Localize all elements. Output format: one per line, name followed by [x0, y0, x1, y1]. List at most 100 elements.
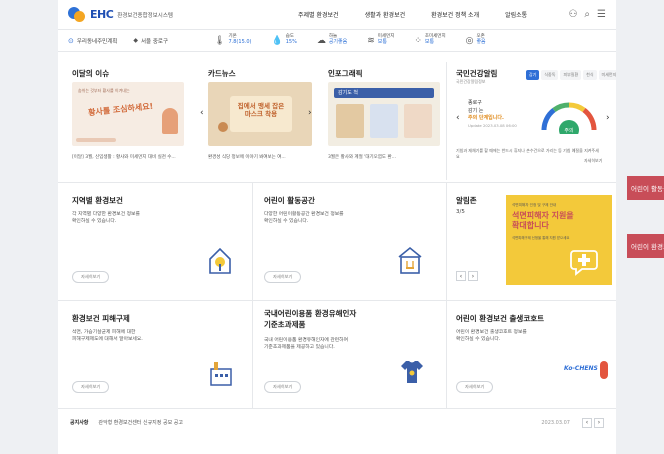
main-page: EHC 환경보건종합정보시스템 주제별 환경보건 생활과 환경보건 환경보건 정… — [58, 0, 620, 454]
product-hazard-desc-line1: 국내 어린이용품 환경유해인자에 관련하여 — [264, 338, 349, 343]
notification-banner[interactable]: 석면피해자 인정 및 구제 안내 석면피해자 지원을 확대합니다 석면피해구제 … — [506, 195, 612, 285]
cloud-icon: ☁ — [316, 35, 326, 46]
dust-value: 보통 — [377, 39, 387, 46]
product-hazard-card[interactable]: 국내어린이용품 환경유해인자 기준초과제품 국내 어린이용품 환경유해인자에 관… — [264, 301, 434, 408]
local-env-more-button[interactable]: 자세히보기 — [72, 271, 110, 283]
banner-main-line1: 석면피해자 지원을 — [512, 211, 574, 220]
damage-relief-card[interactable]: 환경보건 피해구제 석면, 가습기살균제 피해에 대한 피해구제제도에 대해서 … — [72, 301, 242, 408]
child-figure-icon — [600, 361, 608, 379]
menu-icon[interactable]: ☰ — [597, 9, 606, 20]
site-header: EHC 환경보건종합정보시스템 주제별 환경보건 생활과 환경보건 환경보건 정… — [58, 0, 616, 30]
weather-sky: ☁ 하늘 공기좋음 — [316, 34, 348, 46]
health-more-link[interactable]: 자세히보기 — [584, 158, 602, 164]
issue-title: 이달의 이슈 — [72, 69, 110, 78]
logo-mark-icon — [68, 6, 86, 23]
product-hazard-desc: 국내 어린이용품 환경유해인자에 관련하여 기준초과제품을 제공하고 있습니다. — [264, 337, 348, 351]
notice-bar: 공지사항 관악형 환경보건센터 신규지정 공모 공고 2023.03.07 ‹ … — [58, 408, 616, 436]
humidity-value: 15% — [285, 39, 297, 46]
tab-foodpoison[interactable]: 식중독 — [541, 70, 559, 80]
notice-text[interactable]: 관악형 환경보건센터 신규지정 공모 공고 — [98, 419, 183, 426]
product-hazard-title-line2: 기준초과제품 — [264, 319, 306, 329]
notification-zone-title: 알림존 — [456, 196, 477, 205]
kids-space-card[interactable]: 어린이 활동공간 다양한 어린이활동공간 환경보건 정보를 확인하실 수 있습니… — [264, 183, 434, 300]
kids-space-desc-line1: 다양한 어린이활동공간 환경보건 정보를 — [264, 212, 344, 217]
gauge-center-label: 주의 — [564, 127, 573, 134]
banner-small-text: 석면피해구제 신청을 통해 지원 받으세요 — [512, 236, 570, 240]
notice-date: 2023.03.07 — [541, 419, 570, 426]
tab-cold[interactable]: 감기 — [526, 70, 540, 80]
divider — [252, 301, 253, 408]
issue-card[interactable]: 이달의 이슈 숨쉬는 것부터 황사를 이겨내는 황사를 조심하세요! [이달] … — [72, 62, 184, 180]
notice-label: 공지사항 — [70, 420, 89, 426]
nav-item-life[interactable]: 생활과 환경보건 — [365, 10, 406, 19]
nav-item-notice[interactable]: 알림소통 — [505, 10, 527, 19]
health-next-arrow-icon[interactable]: › — [606, 114, 610, 123]
product-hazard-desc-line2: 기준초과제품을 제공하고 있습니다. — [264, 345, 335, 351]
health-prev-arrow-icon[interactable]: ‹ — [456, 114, 460, 123]
kids-space-more-button[interactable]: 자세히보기 — [264, 271, 302, 283]
damage-relief-more-button[interactable]: 자세히보기 — [72, 381, 110, 393]
birth-cohort-more-button[interactable]: 자세히보기 — [456, 381, 494, 393]
finedust-value: 보통 — [424, 39, 435, 46]
nav-item-topic[interactable]: 주제별 환경보건 — [298, 10, 339, 19]
product-hazard-more-button[interactable]: 자세히보기 — [264, 381, 302, 393]
health-tip: 기침과 재채기를 할 때에는 반드시 휴지나 손수건으로 가리는 등 기침 예절… — [456, 148, 599, 159]
birth-cohort-card[interactable]: 어린이 환경보건 출생코호트 어린이 환경보건 출생코호트 정보를 확인하실 수… — [456, 301, 612, 408]
product-hazard-title-line1: 국내어린이용품 환경유해인자 — [264, 309, 357, 318]
cardnews-next-arrow-icon[interactable]: › — [308, 109, 312, 118]
infographic-image-text: 감기도 척 — [338, 90, 358, 96]
local-env-card[interactable]: 지역별 환경보건 각 지역별 다양한 환경보건 정보를 확인하실 수 있습니다.… — [72, 183, 242, 300]
popup-button-kids-space[interactable]: 어린이 활동공간 — [627, 176, 664, 200]
kids-space-title: 어린이 활동공간 — [264, 196, 315, 205]
user-icon[interactable]: ⚇ — [568, 9, 577, 20]
popup-button-kids-env[interactable]: 어린이 환경보건 — [627, 234, 664, 258]
birth-cohort-title: 어린이 환경보건 출생코호트 — [456, 314, 545, 323]
region-selector[interactable]: ◆ 서울 중로구 — [133, 37, 168, 45]
infographic-title: 인포그래픽 — [328, 69, 363, 78]
weather-humidity: 💧 습도 15% — [271, 34, 297, 46]
infographic-card[interactable]: 인포그래픽 감기도 척 3월은 황사와 계절 '대기오염도 환... — [328, 62, 440, 180]
kochens-logo: Ko-CHENS — [564, 365, 598, 372]
tab-skin[interactable]: 피부질환 — [560, 70, 582, 80]
humidity-icon: 💧 — [271, 35, 283, 46]
damage-relief-title: 환경보건 피해구제 — [72, 314, 130, 323]
sky-value: 공기좋음 — [328, 39, 348, 46]
content-row-1: 이달의 이슈 숨쉬는 것부터 황사를 이겨내는 황사를 조심하세요! [이달] … — [58, 62, 620, 180]
search-icon[interactable]: ⌕ — [584, 9, 590, 20]
region-label: 서울 중로구 — [140, 38, 169, 45]
infographic-caption: 3월은 황사와 계절 '대기오염도 환... — [328, 155, 396, 160]
pager-prev-icon[interactable]: ‹ — [456, 271, 466, 281]
notice-pager: ‹ › — [582, 417, 604, 428]
birth-cohort-desc: 어린이 환경보건 출생코호트 정보를 확인하실 수 있습니다. — [456, 329, 527, 343]
cardnews-prev-arrow-icon[interactable]: ‹ — [200, 109, 204, 118]
banner-main-text: 석면피해자 지원을 확대합니다 — [512, 211, 574, 231]
site-logo[interactable]: EHC 환경보건종합정보시스템 — [68, 6, 268, 23]
pager-next-icon[interactable]: › — [468, 271, 478, 281]
birth-cohort-desc-line1: 어린이 환경보건 출생코호트 정보를 — [456, 330, 527, 335]
health-region: 종로구 — [468, 100, 482, 106]
utility-menu: ⚇ ⌕ ☰ — [568, 9, 606, 20]
ozone-icon: ◎ — [465, 35, 474, 46]
cardnews-title: 카드뉴스 — [208, 69, 236, 78]
notice-next-icon[interactable]: › — [594, 417, 604, 428]
notification-pager: ‹ › — [456, 271, 478, 281]
weather-temp: 🌡 기온 7.8(15.0) — [214, 34, 251, 45]
notice-prev-icon[interactable]: ‹ — [582, 417, 592, 428]
right-gutter — [616, 0, 664, 454]
divider — [446, 301, 447, 408]
location-selector[interactable]: ⊙ 우리동네주민계획 — [68, 37, 117, 45]
medical-chat-icon — [570, 250, 598, 276]
health-gauge: 주의 — [541, 102, 597, 134]
infographic-image: 감기도 척 — [328, 82, 440, 146]
birth-cohort-desc-line2: 확인하실 수 있습니다. — [456, 337, 501, 343]
notification-page-indicator: 3/5 — [456, 209, 465, 215]
banner-top-text: 석면피해자 인정 및 구제 안내 — [512, 203, 557, 207]
cardnews-card[interactable]: 카드뉴스 집에서 맹세 잡은 마스크 착용 ‹ › 환경성 식당 정보에 이야기… — [200, 62, 312, 180]
location-pin-icon: ⊙ — [68, 36, 74, 45]
tab-asthma[interactable]: 천식 — [583, 70, 597, 80]
nav-item-policy[interactable]: 환경보건 정책 소개 — [431, 10, 479, 19]
decorative-dot — [218, 122, 228, 132]
health-title: 국민건강알림 — [456, 69, 498, 78]
local-env-desc-line1: 각 지역별 다양한 환경보건 정보를 — [72, 212, 140, 217]
health-update-time: Update 2023.03.08 06:00 — [468, 122, 517, 128]
